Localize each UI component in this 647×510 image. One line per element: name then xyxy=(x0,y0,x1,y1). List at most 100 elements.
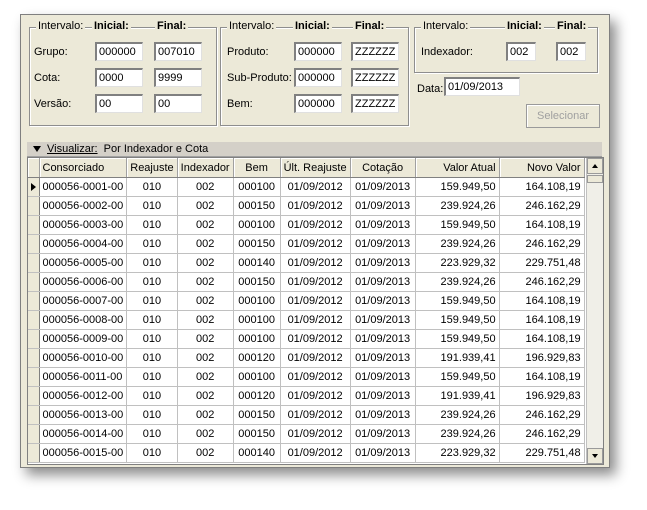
table-cell[interactable]: 000150 xyxy=(233,405,281,425)
table-cell[interactable]: 246.162,29 xyxy=(499,405,585,425)
table-cell[interactable]: 01/09/2012 xyxy=(280,405,351,425)
table-cell[interactable]: 01/09/2013 xyxy=(350,310,416,330)
vertical-scrollbar[interactable] xyxy=(586,158,603,464)
table-cell[interactable]: 010 xyxy=(126,386,178,406)
table-cell[interactable]: 000056-0005-00 xyxy=(39,253,128,273)
table-cell[interactable]: 01/09/2013 xyxy=(350,291,416,311)
col-header-reajuste[interactable]: Reajuste xyxy=(126,158,178,178)
col-header-consorciado[interactable]: Consorciado xyxy=(39,158,128,178)
table-cell[interactable]: 000056-0009-00 xyxy=(39,329,128,349)
table-cell[interactable]: 01/09/2013 xyxy=(350,177,416,197)
table-cell[interactable]: 01/09/2012 xyxy=(280,253,351,273)
table-row[interactable]: 000056-0002-00 010 002 000150 01/09/2012 01/0… xyxy=(28,196,585,216)
table-cell[interactable]: 164.108,19 xyxy=(499,310,585,330)
table-cell[interactable]: 223.929,32 xyxy=(415,443,500,463)
table-cell[interactable]: 000100 xyxy=(233,215,281,235)
table-cell[interactable]: 000056-0014-00 xyxy=(39,424,128,444)
table-cell[interactable]: 01/09/2013 xyxy=(350,348,416,368)
table-cell[interactable]: 196.929,83 xyxy=(499,348,585,368)
table-cell[interactable]: 000056-0003-00 xyxy=(39,215,128,235)
table-row[interactable]: 000056-0013-00 010 002 000150 01/09/2012 01/0… xyxy=(28,405,585,425)
table-cell[interactable]: 246.162,29 xyxy=(499,234,585,254)
table-cell[interactable]: 000100 xyxy=(233,177,281,197)
table-cell[interactable]: 01/09/2013 xyxy=(350,234,416,254)
table-cell[interactable]: 159.949,50 xyxy=(415,310,500,330)
table-cell[interactable]: 246.162,29 xyxy=(499,424,585,444)
scroll-up-button[interactable] xyxy=(587,158,603,174)
col-header-valor-atual[interactable]: Valor Atual xyxy=(415,158,500,178)
selecionar-button[interactable]: Selecionar xyxy=(526,104,600,128)
versao-final-input[interactable]: 00 xyxy=(154,94,202,113)
table-cell[interactable]: 191.939,41 xyxy=(415,348,500,368)
table-cell[interactable]: 010 xyxy=(126,329,178,349)
table-cell[interactable]: 229.751,48 xyxy=(499,253,585,273)
table-cell[interactable]: 01/09/2012 xyxy=(280,367,351,387)
table-cell[interactable]: 000100 xyxy=(233,310,281,330)
table-cell[interactable]: 000056-0010-00 xyxy=(39,348,128,368)
indexador-inicial-input[interactable]: 002 xyxy=(506,42,536,61)
table-cell[interactable]: 01/09/2013 xyxy=(350,367,416,387)
row-indicator[interactable] xyxy=(28,405,40,425)
table-cell[interactable]: 000150 xyxy=(233,424,281,444)
table-row[interactable]: 000056-0012-00 010 002 000120 01/09/2012 01/0… xyxy=(28,386,585,406)
table-cell[interactable]: 239.924,26 xyxy=(415,272,500,292)
table-row[interactable]: 000056-0011-00 010 002 000100 01/09/2012 01/0… xyxy=(28,367,585,387)
table-cell[interactable]: 002 xyxy=(177,196,234,216)
table-cell[interactable]: 01/09/2012 xyxy=(280,310,351,330)
table-cell[interactable]: 010 xyxy=(126,253,178,273)
table-row[interactable]: 000056-0008-00 010 002 000100 01/09/2012 01/0… xyxy=(28,310,585,330)
produto-final-input[interactable]: ZZZZZZ xyxy=(351,42,399,61)
table-cell[interactable]: 000056-0013-00 xyxy=(39,405,128,425)
table-cell[interactable]: 002 xyxy=(177,215,234,235)
row-indicator[interactable] xyxy=(28,367,40,387)
row-indicator[interactable] xyxy=(28,196,40,216)
row-indicator[interactable] xyxy=(28,177,40,197)
table-cell[interactable]: 000056-0004-00 xyxy=(39,234,128,254)
table-cell[interactable]: 000056-0015-00 xyxy=(39,443,128,463)
table-cell[interactable]: 002 xyxy=(177,272,234,292)
table-cell[interactable]: 01/09/2013 xyxy=(350,253,416,273)
row-indicator[interactable] xyxy=(28,348,40,368)
table-cell[interactable]: 000100 xyxy=(233,329,281,349)
table-cell[interactable]: 000056-0011-00 xyxy=(39,367,128,387)
table-cell[interactable]: 002 xyxy=(177,310,234,330)
table-cell[interactable]: 010 xyxy=(126,405,178,425)
table-cell[interactable]: 01/09/2013 xyxy=(350,424,416,444)
table-cell[interactable]: 010 xyxy=(126,348,178,368)
table-row[interactable]: 000056-0003-00 010 002 000100 01/09/2012 01/0… xyxy=(28,215,585,235)
table-cell[interactable]: 164.108,19 xyxy=(499,367,585,387)
row-indicator[interactable] xyxy=(28,272,40,292)
grupo-inicial-input[interactable]: 000000 xyxy=(95,42,143,61)
table-cell[interactable]: 010 xyxy=(126,215,178,235)
row-indicator[interactable] xyxy=(28,253,40,273)
table-cell[interactable]: 01/09/2012 xyxy=(280,329,351,349)
table-row[interactable]: 000056-0014-00 010 002 000150 01/09/2012 01/0… xyxy=(28,424,585,444)
consorciado-grid[interactable]: Consorciado Reajuste Indexador Bem Últ. … xyxy=(27,157,604,465)
table-cell[interactable]: 000140 xyxy=(233,253,281,273)
table-cell[interactable]: 002 xyxy=(177,405,234,425)
table-cell[interactable]: 002 xyxy=(177,329,234,349)
grupo-final-input[interactable]: 007010 xyxy=(154,42,202,61)
row-indicator[interactable] xyxy=(28,329,40,349)
table-cell[interactable]: 159.949,50 xyxy=(415,329,500,349)
table-row[interactable]: 000056-0004-00 010 002 000150 01/09/2012 01/0… xyxy=(28,234,585,254)
table-cell[interactable]: 010 xyxy=(126,272,178,292)
table-cell[interactable]: 159.949,50 xyxy=(415,367,500,387)
table-cell[interactable]: 01/09/2012 xyxy=(280,386,351,406)
table-cell[interactable]: 239.924,26 xyxy=(415,234,500,254)
table-cell[interactable]: 01/09/2013 xyxy=(350,386,416,406)
table-cell[interactable]: 159.949,50 xyxy=(415,177,500,197)
row-indicator[interactable] xyxy=(28,386,40,406)
table-cell[interactable]: 010 xyxy=(126,310,178,330)
table-cell[interactable]: 01/09/2012 xyxy=(280,348,351,368)
table-cell[interactable]: 191.939,41 xyxy=(415,386,500,406)
row-indicator[interactable] xyxy=(28,234,40,254)
table-cell[interactable]: 010 xyxy=(126,291,178,311)
table-cell[interactable]: 01/09/2013 xyxy=(350,329,416,349)
row-indicator[interactable] xyxy=(28,215,40,235)
table-row[interactable]: 000056-0005-00 010 002 000140 01/09/2012 01/0… xyxy=(28,253,585,273)
table-cell[interactable]: 164.108,19 xyxy=(499,177,585,197)
row-indicator[interactable] xyxy=(28,291,40,311)
scroll-thumb[interactable] xyxy=(587,175,603,183)
table-cell[interactable]: 010 xyxy=(126,177,178,197)
